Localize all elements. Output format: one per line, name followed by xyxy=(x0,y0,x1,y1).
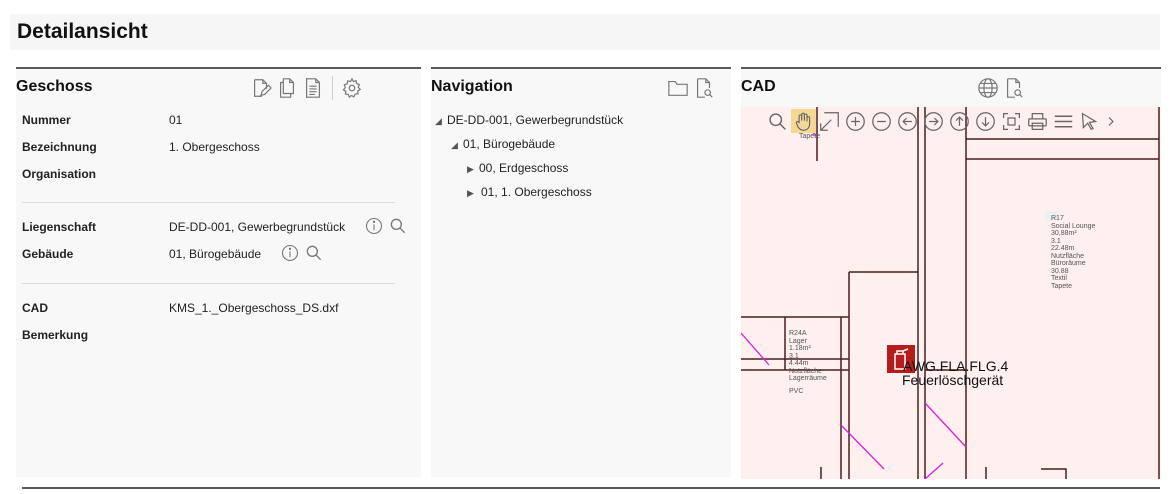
cad-drawing-canvas[interactable]: Tapete R17 Social Lounge 30,88m² 3.1 22.… xyxy=(741,107,1161,479)
zoom-in-icon[interactable] xyxy=(843,109,868,133)
cad-toolbar xyxy=(765,109,1119,133)
tree-node-erdgeschoss[interactable]: ▶ 00, Erdgeschoss xyxy=(467,157,568,179)
section-divider xyxy=(22,283,395,284)
field-label: Nummer xyxy=(22,113,71,127)
field-value: 01, Bürogebäude xyxy=(169,247,262,261)
geschoss-panel: Geschoss Nummer 01 Bezeichnung 1. Oberge… xyxy=(16,67,421,477)
info-icon[interactable] xyxy=(279,242,301,264)
cad-panel: CAD Tapete R17 Social Lounge 30,88m² 3.1… xyxy=(741,67,1161,479)
cad-header-toolbar xyxy=(975,75,1027,101)
search-icon[interactable] xyxy=(303,242,325,264)
document-search-icon[interactable] xyxy=(691,75,717,101)
zoom-extents-icon[interactable] xyxy=(817,109,842,133)
folder-icon[interactable] xyxy=(665,75,691,101)
cad-label-pvc: PVC xyxy=(789,388,804,395)
geschoss-panel-title: Geschoss xyxy=(16,78,93,95)
tree-node-obergeschoss[interactable]: ▶ 01, 1. Obergeschoss xyxy=(467,181,731,203)
document-search-icon[interactable] xyxy=(1001,75,1027,101)
tree-node-gebaeude[interactable]: ◢ 01, Bürogebäude xyxy=(451,133,555,155)
arrow-left-icon[interactable] xyxy=(895,109,920,133)
page-title: Detailansicht xyxy=(17,20,148,43)
search-icon[interactable] xyxy=(387,215,409,237)
tree-node-label: DE-DD-001, Gewerbegrundstück xyxy=(447,113,624,127)
geschoss-toolbar xyxy=(248,75,365,101)
select-pointer-icon[interactable] xyxy=(1077,109,1102,133)
tree-node-label-selected: 01, 1. Obergeschoss xyxy=(481,185,592,199)
pan-hand-icon[interactable] xyxy=(791,109,816,133)
document-icon[interactable] xyxy=(300,75,326,101)
expand-triangle-icon[interactable]: ▶ xyxy=(467,182,479,204)
field-label: Bemerkung xyxy=(22,328,89,342)
tree-node-label: 00, Erdgeschoss xyxy=(479,161,569,175)
cad-room-r17[interactable]: R17 Social Lounge 30,88m² 3.1 22.48m Nut… xyxy=(1051,215,1095,290)
field-value: 1. Obergeschoss xyxy=(169,140,260,154)
expand-triangle-icon[interactable]: ▶ xyxy=(467,158,479,180)
arrow-right-icon[interactable] xyxy=(921,109,946,133)
field-label: Liegenschaft xyxy=(22,220,97,234)
layers-menu-icon[interactable] xyxy=(1051,109,1076,133)
info-icon[interactable] xyxy=(363,215,385,237)
cad-room-r24a[interactable]: R24A Lager 1.18m² 3.1 4.44m Nutzfläche L… xyxy=(789,330,827,383)
fullscreen-icon[interactable] xyxy=(999,109,1024,133)
gebaeude-actions xyxy=(279,242,325,264)
field-value: 01 xyxy=(169,113,183,127)
cad-panel-header: CAD xyxy=(741,69,1161,105)
chevron-right-icon[interactable] xyxy=(1103,109,1119,133)
collapse-triangle-icon[interactable]: ◢ xyxy=(435,110,447,132)
cad-panel-title: CAD xyxy=(741,78,776,95)
tree-node-liegenschaft[interactable]: ◢ DE-DD-001, Gewerbegrundstück xyxy=(435,109,623,131)
navigation-toolbar xyxy=(665,75,717,101)
toolbar-divider xyxy=(332,76,333,100)
field-label: Bezeichnung xyxy=(22,140,97,154)
detail-view: Detailansicht Geschoss Nummer 01 Bezeich… xyxy=(0,0,1174,494)
cad-extinguisher-code: AWG.FLA.FLG.4 xyxy=(903,358,1009,374)
field-label: Gebäude xyxy=(22,247,74,261)
zoom-out-icon[interactable] xyxy=(869,109,894,133)
section-divider xyxy=(22,202,395,203)
cad-label-tapete: Tapete xyxy=(799,133,821,140)
globe-icon[interactable] xyxy=(975,75,1001,101)
navigation-panel: Navigation ◢ DE-DD-001, Gewerbegrundstück… xyxy=(431,67,731,477)
arrow-up-icon[interactable] xyxy=(947,109,972,133)
print-icon[interactable] xyxy=(1025,109,1050,133)
navigation-panel-title: Navigation xyxy=(431,78,513,95)
liegenschaft-actions xyxy=(363,215,409,237)
edit-document-icon[interactable] xyxy=(248,75,274,101)
field-label: Organisation xyxy=(22,167,97,181)
geschoss-panel-header: Geschoss xyxy=(16,69,421,105)
tree-node-label: 01, Bürogebäude xyxy=(463,137,556,151)
footer-divider xyxy=(22,487,1160,489)
collapse-triangle-icon[interactable]: ◢ xyxy=(451,134,463,156)
arrow-down-icon[interactable] xyxy=(973,109,998,133)
navigation-panel-header: Navigation xyxy=(431,69,731,105)
field-label: CAD xyxy=(22,301,48,315)
copy-icon[interactable] xyxy=(274,75,300,101)
page-header: Detailansicht xyxy=(10,14,1160,50)
field-value: KMS_1._Obergeschoss_DS.dxf xyxy=(169,301,339,315)
field-value: DE-DD-001, Gewerbegrundstück xyxy=(169,220,346,234)
zoom-icon[interactable] xyxy=(765,109,790,133)
settings-gear-icon[interactable] xyxy=(339,75,365,101)
cad-extinguisher-name: Feuerlöschgerät xyxy=(902,372,1004,388)
cad-floorplan xyxy=(741,107,1160,479)
